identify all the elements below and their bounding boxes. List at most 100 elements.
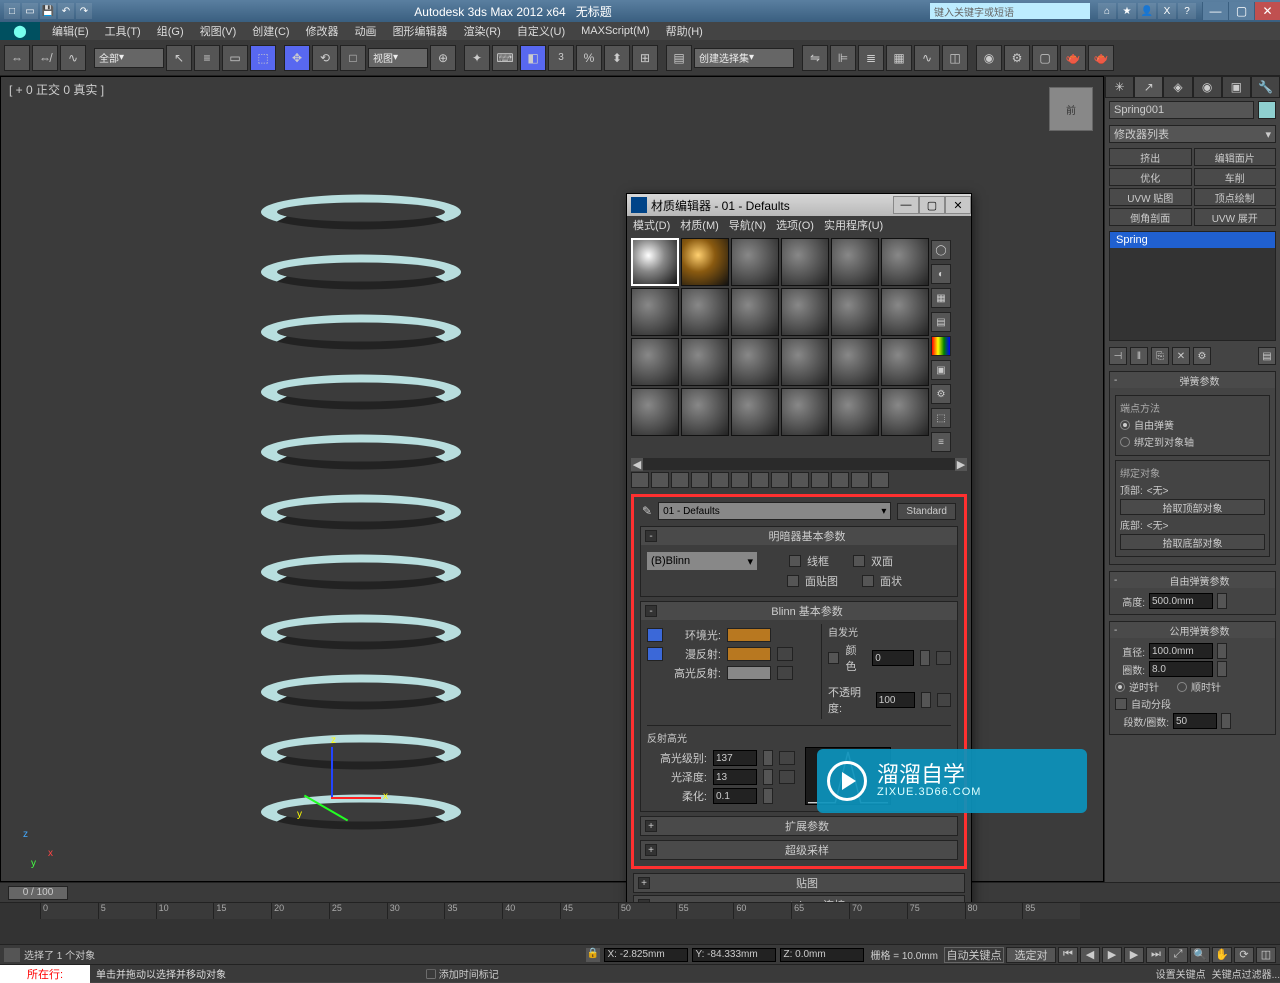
diffuse-color[interactable] — [727, 647, 771, 661]
slot-19[interactable] — [631, 388, 679, 436]
curve-editor-icon[interactable]: ∿ — [914, 45, 940, 71]
toggle-icon[interactable]: + — [638, 877, 650, 889]
make-unique-stack-icon[interactable]: ⎘ — [1151, 347, 1169, 365]
percent-snap-icon[interactable]: % — [576, 45, 602, 71]
options-icon[interactable]: ⚙ — [931, 384, 951, 404]
put-to-lib-icon[interactable] — [751, 472, 769, 488]
slot-13[interactable] — [631, 338, 679, 386]
lock-ambient-icon[interactable] — [647, 628, 663, 642]
redo-icon[interactable]: ↷ — [76, 3, 92, 19]
opacity-spinner[interactable]: 100 — [876, 692, 916, 708]
show-end-result-icon[interactable]: ‖ — [1130, 347, 1148, 365]
move-icon[interactable]: ✥ — [284, 45, 310, 71]
height-spinner[interactable]: 500.0mm — [1149, 593, 1213, 609]
radio-ccw[interactable] — [1115, 682, 1125, 692]
help-search[interactable]: 键入关键字或短语 — [930, 3, 1090, 19]
viewport[interactable]: [ + 0 正交 0 真实 ] 前 xyz zxy 材质编 — [0, 76, 1104, 882]
mod-btn-bevelprof[interactable]: 倒角剖面 — [1109, 208, 1192, 226]
bind-icon[interactable]: ∿ — [60, 45, 86, 71]
infocenter-icon[interactable]: ⌂ — [1098, 3, 1116, 19]
opacity-map-button[interactable] — [937, 693, 951, 707]
dialog-minimize-button[interactable]: ― — [893, 196, 919, 214]
selfillum-map-button[interactable] — [936, 651, 951, 665]
diffuse-map-button[interactable] — [777, 647, 793, 661]
cp-tab-hierarchy[interactable]: ◈ — [1163, 76, 1192, 98]
close-button[interactable]: ✕ — [1254, 2, 1280, 20]
slot-2[interactable] — [681, 238, 729, 286]
maxview-icon[interactable]: ◫ — [1256, 947, 1276, 963]
align-icon[interactable]: ⊫ — [830, 45, 856, 71]
menu-animation[interactable]: 动画 — [347, 23, 385, 39]
prev-frame-icon[interactable]: ◀ — [1080, 947, 1100, 963]
slot-7[interactable] — [631, 288, 679, 336]
timeslider-thumb[interactable]: 0 / 100 — [8, 886, 68, 900]
toggle-icon[interactable]: - — [1114, 375, 1124, 386]
go-parent-icon[interactable] — [831, 472, 849, 488]
maxscript-listener[interactable]: 所在行: — [0, 965, 90, 983]
gloss-map-button[interactable] — [779, 770, 795, 784]
toggle-icon[interactable]: - — [645, 530, 657, 542]
track-bar[interactable]: 0510 152025 303540 455055 606570 758085 — [0, 902, 1280, 944]
slot-11[interactable] — [831, 288, 879, 336]
unlink-icon[interactable]: ⇎ — [32, 45, 58, 71]
turns-spinner[interactable]: 8.0 — [1149, 661, 1213, 677]
viewcube[interactable]: 前 — [1049, 87, 1093, 131]
diameter-spinner[interactable]: 100.0mm — [1149, 643, 1213, 659]
make-copy-icon[interactable] — [711, 472, 729, 488]
status-icon[interactable] — [4, 948, 20, 962]
lock-icon[interactable]: 🔒 — [586, 948, 600, 962]
spinner-icon[interactable] — [1217, 593, 1227, 609]
specular-map-button[interactable] — [777, 666, 793, 680]
eyedropper-icon[interactable]: ✎ — [642, 504, 652, 518]
named-sel-icon[interactable]: ▤ — [666, 45, 692, 71]
spinner-snap-icon[interactable]: ⬍ — [604, 45, 630, 71]
graphite-icon[interactable]: ▦ — [886, 45, 912, 71]
get-material-icon[interactable] — [631, 472, 649, 488]
dlg-menu-material[interactable]: 材质(M) — [680, 217, 719, 233]
select-by-mat-icon[interactable]: ⬚ — [931, 408, 951, 428]
put-to-scene-icon[interactable] — [651, 472, 669, 488]
background-icon[interactable]: ▦ — [931, 288, 951, 308]
setkey-button[interactable]: 设置关键点 — [1156, 966, 1212, 981]
wire-checkbox[interactable] — [789, 555, 801, 567]
configure-sets-icon[interactable]: ⚙ — [1193, 347, 1211, 365]
snap3d-icon[interactable]: ⊞ — [632, 45, 658, 71]
link-icon[interactable]: ⇔ — [4, 45, 30, 71]
modifier-list-combo[interactable]: 修改器列表▾ — [1109, 125, 1276, 143]
play-icon[interactable]: ▶ — [1102, 947, 1122, 963]
go-sibling-icon[interactable] — [851, 472, 869, 488]
select-icon[interactable]: ↖ — [166, 45, 192, 71]
next-frame-icon[interactable]: ▶ — [1124, 947, 1144, 963]
mirror-icon[interactable]: ⇋ — [802, 45, 828, 71]
spinner-icon[interactable] — [763, 769, 773, 785]
toggle-icon[interactable]: + — [645, 820, 657, 832]
cp-tab-modify[interactable]: ↗ — [1134, 76, 1163, 98]
menu-create[interactable]: 创建(C) — [244, 23, 297, 39]
mod-btn-lathe[interactable]: 车削 — [1194, 168, 1277, 186]
spinner-icon[interactable] — [1217, 661, 1227, 677]
dlg-menu-options[interactable]: 选项(O) — [776, 217, 814, 233]
menu-rendering[interactable]: 渲染(R) — [456, 23, 509, 39]
menu-views[interactable]: 视图(V) — [192, 23, 245, 39]
slot-5[interactable] — [831, 238, 879, 286]
sample-type-icon[interactable]: ◯ — [931, 240, 951, 260]
spinner-icon[interactable] — [920, 650, 930, 666]
matid-icon[interactable] — [771, 472, 789, 488]
material-name-field[interactable]: 01 - Defaults▾ — [658, 502, 891, 520]
dialog-titlebar[interactable]: 材质编辑器 - 01 - Defaults ― ▢ ✕ — [627, 194, 971, 216]
slot-22[interactable] — [781, 388, 829, 436]
mod-btn-extrude[interactable]: 挤出 — [1109, 148, 1192, 166]
coord-x[interactable]: X: -2.825mm — [604, 948, 688, 962]
maximize-button[interactable]: ▢ — [1228, 2, 1254, 20]
select-region-icon[interactable]: ▭ — [222, 45, 248, 71]
star-icon[interactable]: ★ — [1118, 3, 1136, 19]
show-map-icon[interactable] — [791, 472, 809, 488]
cp-tab-utilities[interactable]: 🔧 — [1251, 76, 1280, 98]
dlg-menu-mode[interactable]: 模式(D) — [633, 217, 670, 233]
material-type-button[interactable]: Standard — [897, 503, 956, 520]
snap-toggle-icon[interactable]: ◧ — [520, 45, 546, 71]
menu-grapheditors[interactable]: 图形编辑器 — [385, 23, 456, 39]
object-color-swatch[interactable] — [1258, 101, 1276, 119]
specular-color[interactable] — [727, 666, 771, 680]
slot-9[interactable] — [731, 288, 779, 336]
